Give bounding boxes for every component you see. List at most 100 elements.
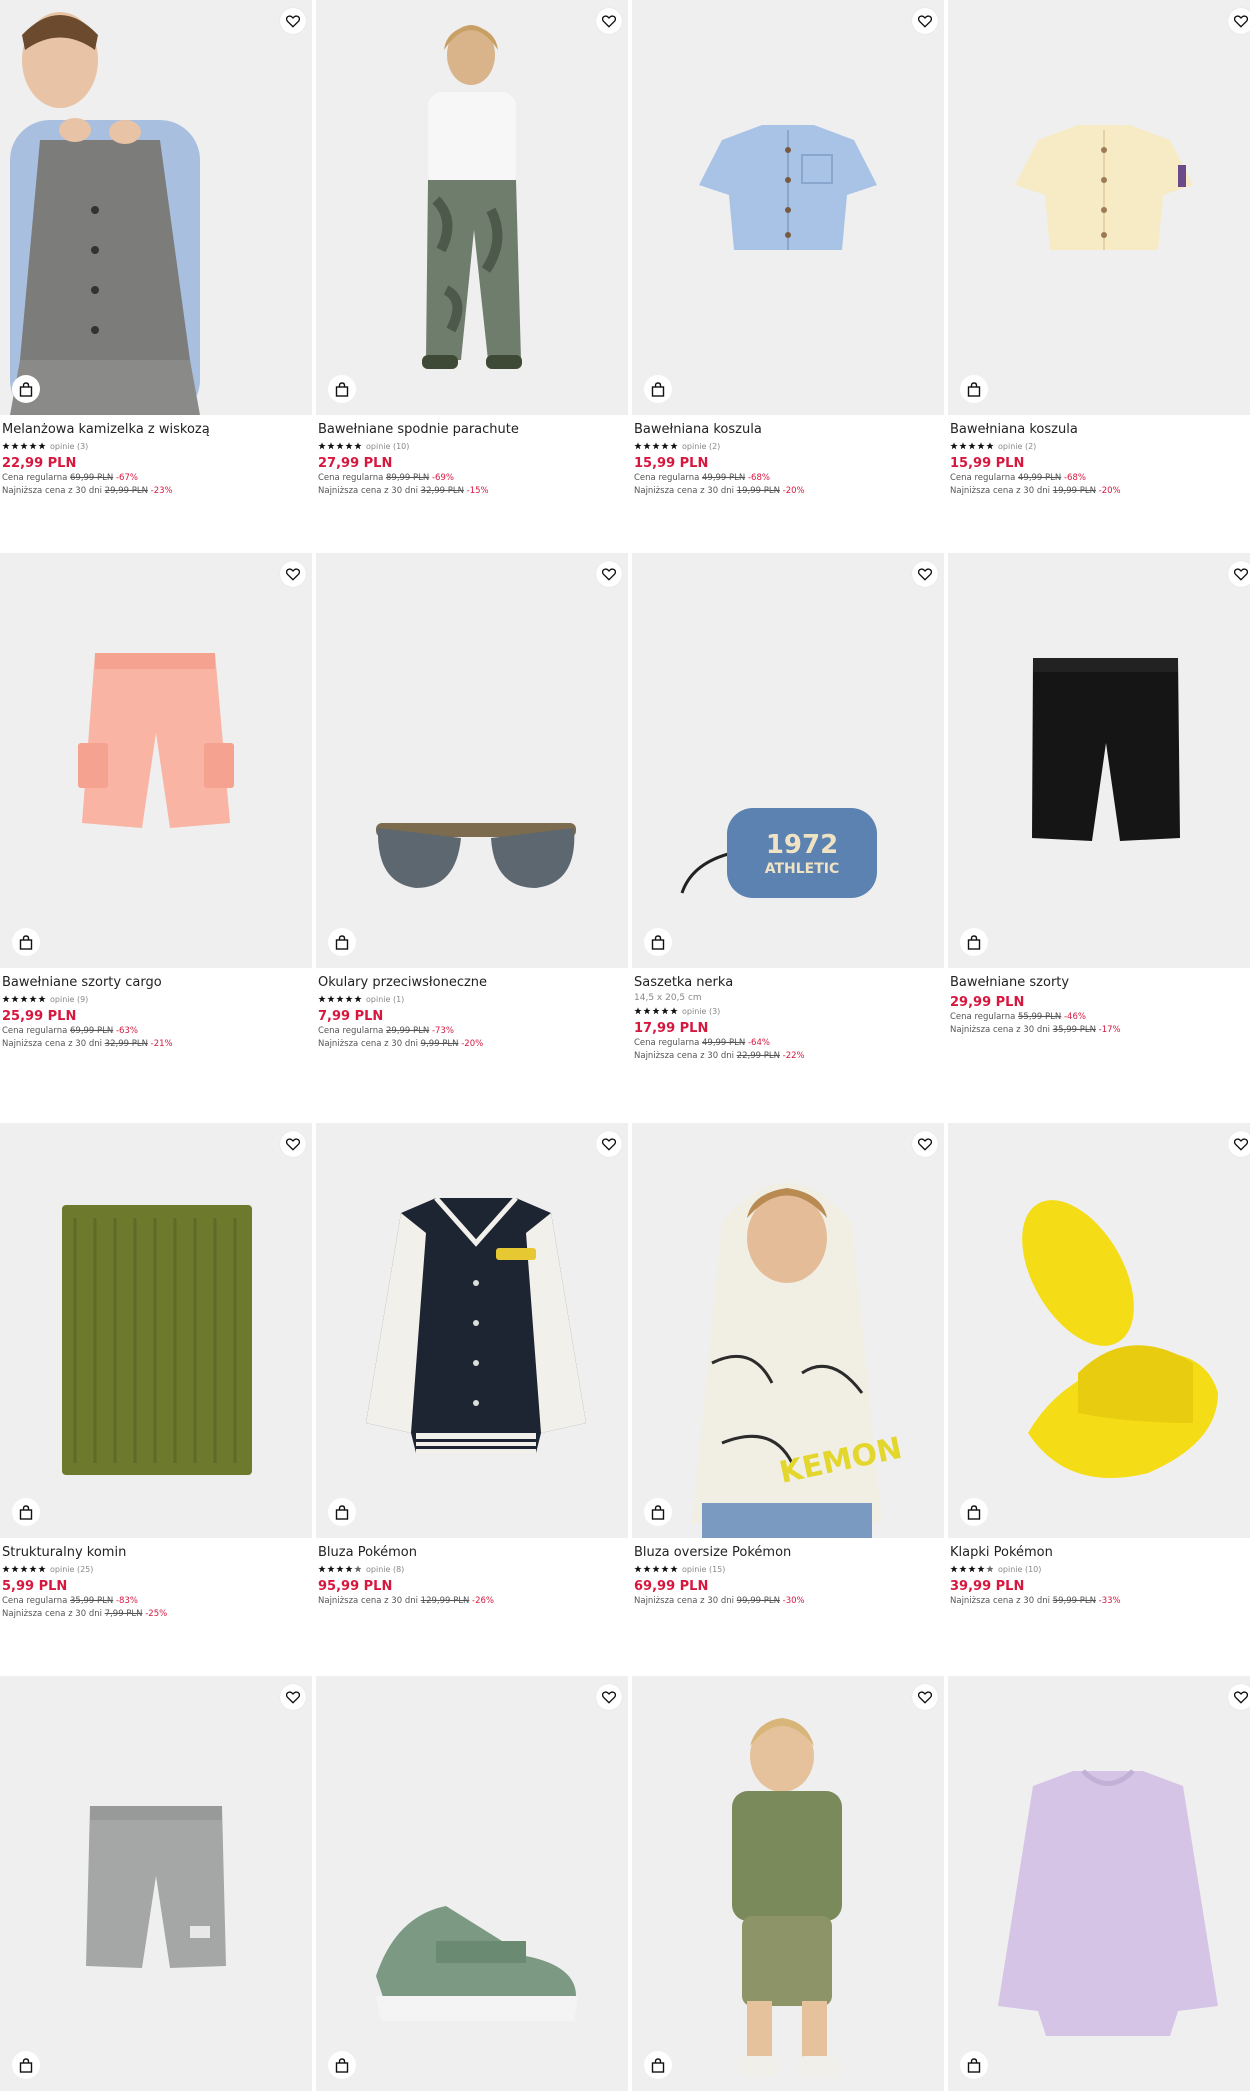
add-to-cart-button[interactable] [12, 1498, 40, 1526]
add-to-favorites-button[interactable] [280, 1131, 306, 1157]
add-to-cart-button[interactable] [644, 1498, 672, 1526]
add-to-favorites-button[interactable] [280, 8, 306, 34]
opinions-count[interactable]: opinie (25) [50, 1565, 93, 1574]
lowest-discount: -22% [782, 1051, 805, 1061]
product-name[interactable]: Klapki Pokémon [950, 1544, 1250, 1561]
product-image[interactable] [316, 1676, 628, 2091]
opinions-count[interactable]: opinie (8) [366, 1565, 404, 1574]
add-to-cart-button[interactable] [12, 2051, 40, 2079]
add-to-favorites-button[interactable] [1228, 561, 1250, 587]
product-name[interactable]: Bawełniane szorty cargo [2, 974, 310, 991]
product-name[interactable]: Bawełniana koszula [950, 421, 1250, 438]
product-image[interactable] [0, 1123, 312, 1538]
star-icon [345, 442, 353, 450]
product-image[interactable] [948, 1676, 1250, 2091]
opinions-count[interactable]: opinie (1) [366, 995, 404, 1004]
opinions-count[interactable]: opinie (15) [682, 1565, 725, 1574]
add-to-cart-button[interactable] [960, 928, 988, 956]
add-to-cart-button[interactable] [644, 928, 672, 956]
add-to-favorites-button[interactable] [912, 561, 938, 587]
product-image[interactable]: KEMON [632, 1123, 944, 1538]
product-name[interactable]: Bawełniana koszula [634, 421, 942, 438]
add-to-favorites-button[interactable] [912, 1131, 938, 1157]
add-to-favorites-button[interactable] [596, 1131, 622, 1157]
product-name[interactable]: Bluza Pokémon [318, 1544, 626, 1561]
add-to-favorites-button[interactable] [596, 561, 622, 587]
product-image[interactable] [0, 553, 312, 968]
opinions-count[interactable]: opinie (10) [998, 1565, 1041, 1574]
product-name[interactable]: Bawełniane szorty [950, 974, 1250, 991]
product-card[interactable]: Bawełniana koszula opinie (2) 15,99 PLN … [948, 0, 1250, 498]
product-card[interactable]: 1972 ATHLETIC Saszetka nerka 14,5 x 20,5… [632, 553, 944, 1063]
opinions-count[interactable]: opinie (2) [998, 442, 1036, 451]
product-image[interactable] [948, 1123, 1250, 1538]
current-price: 39,99 PLN [950, 1579, 1025, 1594]
lowest-price-line: Najniższa cena z 30 dni 129,99 PLN -26% [318, 1595, 626, 1608]
product-name[interactable]: Melanżowa kamizelka z wiskozą [2, 421, 310, 438]
add-to-cart-button[interactable] [960, 2051, 988, 2079]
product-image[interactable] [0, 1676, 312, 2091]
product-card[interactable]: Bawełniana koszula opinie (2) 15,99 PLN … [632, 0, 944, 498]
add-to-favorites-button[interactable] [280, 561, 306, 587]
add-to-favorites-button[interactable] [280, 1684, 306, 1710]
product-name[interactable]: Saszetka nerka [634, 974, 942, 991]
star-icon [950, 442, 958, 450]
product-image[interactable] [948, 553, 1250, 968]
product-card[interactable]: Strukturalny komin opinie (25) 5,99 PLN … [0, 1123, 312, 1621]
product-image[interactable] [632, 0, 944, 415]
product-name[interactable]: Okulary przeciwsłoneczne [318, 974, 626, 991]
add-to-cart-button[interactable] [960, 375, 988, 403]
product-card[interactable]: Okulary przeciwsłoneczne opinie (1) 7,99… [316, 553, 628, 1051]
rating-stars [634, 1007, 678, 1015]
add-to-favorites-button[interactable] [1228, 8, 1250, 34]
product-card[interactable]: Bluza Pokémon opinie (8) 95,99 PLN Najni… [316, 1123, 628, 1608]
product-card[interactable]: Bawełniane szorty cargo opinie (9) 25,99… [0, 553, 312, 1051]
product-card[interactable]: Melanżowa kamizelka z wiskozą opinie (3)… [0, 0, 312, 498]
opinions-count[interactable]: opinie (9) [50, 995, 88, 1004]
product-image[interactable] [632, 1676, 944, 2091]
star-icon [20, 1565, 28, 1573]
product-card[interactable] [0, 1676, 312, 2097]
product-card[interactable] [316, 1676, 628, 2097]
product-card[interactable]: Bawełniane szorty 29,99 PLN Cena regular… [948, 553, 1250, 1037]
product-image[interactable] [0, 0, 312, 415]
add-to-favorites-button[interactable] [1228, 1131, 1250, 1157]
shopping-bag-icon [335, 2057, 349, 2073]
add-to-cart-button[interactable] [960, 1498, 988, 1526]
add-to-favorites-button[interactable] [912, 1684, 938, 1710]
product-image[interactable] [948, 0, 1250, 415]
add-to-cart-button[interactable] [328, 928, 356, 956]
product-card[interactable] [632, 1676, 944, 2097]
opinions-count[interactable]: opinie (10) [366, 442, 409, 451]
add-to-favorites-button[interactable] [1228, 1684, 1250, 1710]
add-to-cart-button[interactable] [328, 375, 356, 403]
product-name[interactable]: Strukturalny komin [2, 1544, 310, 1561]
add-to-cart-button[interactable] [328, 1498, 356, 1526]
lowest-price-line: Najniższa cena z 30 dni 32,99 PLN -21% [2, 1038, 310, 1051]
lowest-price-line: Najniższa cena z 30 dni 22,99 PLN -22% [634, 1050, 942, 1063]
add-to-cart-button[interactable] [328, 2051, 356, 2079]
shopping-bag-icon [651, 1504, 665, 1520]
regular-price-line: Cena regularna 49,99 PLN -64% [634, 1037, 942, 1050]
opinions-count[interactable]: opinie (2) [682, 442, 720, 451]
product-image[interactable]: 1972 ATHLETIC [632, 553, 944, 968]
rating-stars [950, 1565, 994, 1573]
product-card[interactable]: Bawełniane spodnie parachute opinie (10)… [316, 0, 628, 498]
product-name[interactable]: Bluza oversize Pokémon [634, 1544, 942, 1561]
product-name[interactable]: Bawełniane spodnie parachute [318, 421, 626, 438]
add-to-favorites-button[interactable] [596, 8, 622, 34]
product-card[interactable]: Klapki Pokémon opinie (10) 39,99 PLN Naj… [948, 1123, 1250, 1608]
product-card[interactable]: KEMON Bluza oversize Pokémon opinie (15)… [632, 1123, 944, 1608]
add-to-favorites-button[interactable] [912, 8, 938, 34]
opinions-count[interactable]: opinie (3) [682, 1007, 720, 1016]
product-image[interactable] [316, 553, 628, 968]
product-image[interactable] [316, 0, 628, 415]
product-image[interactable] [316, 1123, 628, 1538]
add-to-cart-button[interactable] [644, 375, 672, 403]
add-to-cart-button[interactable] [644, 2051, 672, 2079]
opinions-count[interactable]: opinie (3) [50, 442, 88, 451]
add-to-cart-button[interactable] [12, 928, 40, 956]
product-card[interactable] [948, 1676, 1250, 2097]
add-to-favorites-button[interactable] [596, 1684, 622, 1710]
add-to-cart-button[interactable] [12, 375, 40, 403]
